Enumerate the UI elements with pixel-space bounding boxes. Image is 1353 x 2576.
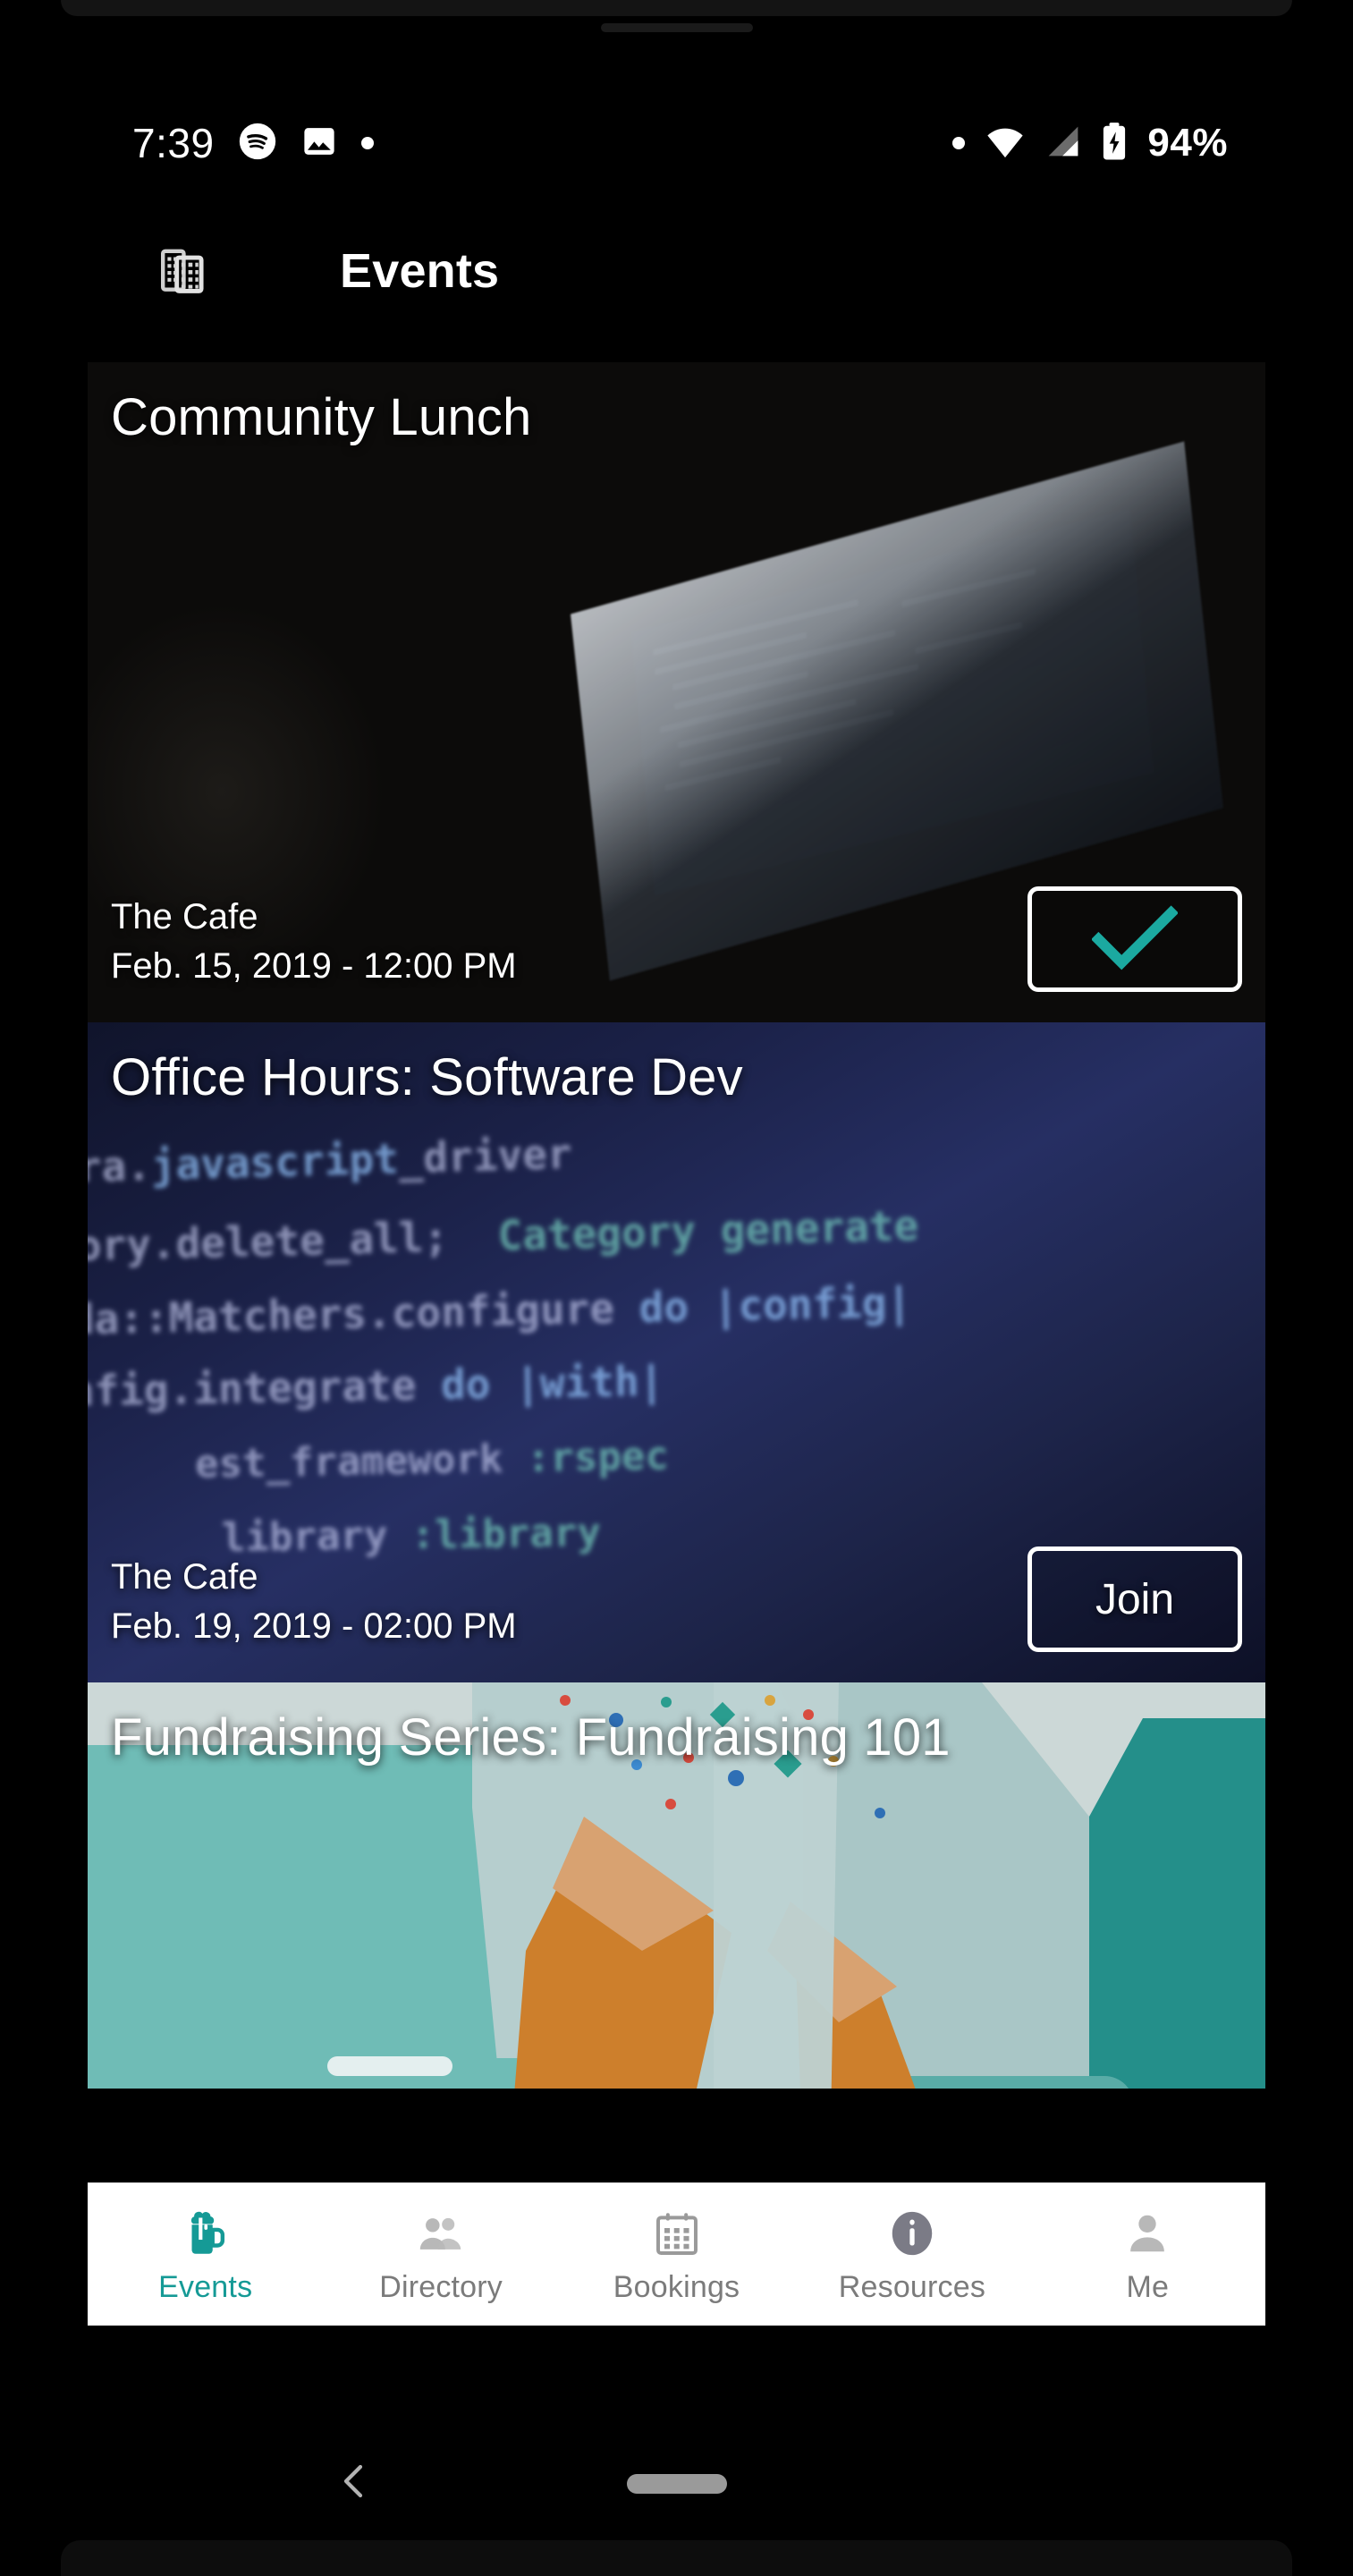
- image-icon: [300, 123, 338, 165]
- decorative-code-text: library :library: [221, 1510, 602, 1561]
- event-card[interactable]: ara.javascript_driver gory.delete_all; C…: [88, 1022, 1265, 1682]
- calendar-icon: [652, 2204, 702, 2259]
- buildings-icon[interactable]: [157, 243, 213, 299]
- nav-tab-events[interactable]: Events: [88, 2204, 323, 2305]
- nav-tab-label: Directory: [379, 2270, 503, 2304]
- phone-bezel-top: [61, 0, 1292, 16]
- bottom-navigation[interactable]: Events Directory Bookings Resources Me: [88, 2182, 1265, 2326]
- nav-tab-resources[interactable]: Resources: [794, 2204, 1029, 2305]
- decorative-code-text: gory.delete_all; Category generate: [88, 1201, 919, 1271]
- nav-tab-label: Bookings: [613, 2270, 740, 2304]
- check-icon: [1091, 903, 1179, 976]
- page-title: Events: [340, 243, 500, 298]
- decorative-laptop-screen: [630, 509, 1154, 895]
- decorative-code-text: lda::Matchers.configure do |config|: [88, 1277, 912, 1345]
- events-list[interactable]: Community Lunch The Cafe Feb. 15, 2019 -…: [88, 362, 1265, 2089]
- event-join-button[interactable]: Join: [1027, 1546, 1242, 1652]
- event-venue: The Cafe: [111, 897, 258, 936]
- event-title: Community Lunch: [111, 388, 532, 446]
- event-card[interactable]: Fundraising Series: Fundraising 101: [88, 1682, 1265, 2089]
- status-bar-left: 7:39: [132, 119, 374, 167]
- confetti-dot: [560, 1695, 571, 1706]
- status-bar: 7:39 94%: [0, 107, 1353, 179]
- event-date: Feb. 19, 2019 - 02:00 PM: [111, 1606, 517, 1646]
- dot-icon: [360, 137, 374, 149]
- nav-tab-me[interactable]: Me: [1030, 2204, 1265, 2305]
- event-joined-button[interactable]: [1027, 886, 1242, 992]
- app-bar: Events: [88, 179, 1265, 362]
- battery-percent: 94%: [1147, 121, 1228, 165]
- status-bar-right: 94%: [952, 121, 1228, 165]
- person-icon: [1121, 2204, 1173, 2259]
- phone-speaker: [600, 23, 753, 32]
- wifi-icon: [985, 123, 1026, 164]
- event-date: Feb. 15, 2019 - 12:00 PM: [111, 946, 517, 986]
- nav-tab-label: Events: [158, 2270, 253, 2304]
- beer-mug-icon: [178, 2204, 233, 2259]
- confetti-dot: [661, 1697, 672, 1707]
- event-meta: The Cafe Feb. 15, 2019 - 12:00 PM: [111, 895, 517, 988]
- decorative-code-text: ara.javascript_driver: [88, 1129, 573, 1193]
- chevron-left-icon[interactable]: [333, 2460, 376, 2507]
- phone-device: 7:39 94% Events Community Lunch The Cafe…: [0, 0, 1353, 2576]
- confetti-dot: [665, 1799, 676, 1809]
- nav-tab-label: Me: [1126, 2270, 1170, 2304]
- system-navigation-bar: [0, 2431, 1353, 2529]
- decorative-code-text: onfig.integrate do |with|: [88, 1356, 664, 1417]
- home-pill-handle[interactable]: [626, 2474, 727, 2494]
- confetti-dot: [728, 1770, 744, 1786]
- phone-bezel-bottom: [61, 2540, 1292, 2576]
- confetti-dot: [765, 1695, 775, 1706]
- cellular-signal-icon: [1045, 123, 1081, 164]
- event-meta: The Cafe Feb. 19, 2019 - 02:00 PM: [111, 1555, 517, 1648]
- status-time: 7:39: [132, 120, 215, 166]
- event-title: Fundraising Series: Fundraising 101: [111, 1708, 951, 1767]
- dot-icon: [952, 137, 966, 149]
- people-icon: [415, 2204, 467, 2259]
- nav-tab-bookings[interactable]: Bookings: [559, 2204, 794, 2305]
- event-card[interactable]: Community Lunch The Cafe Feb. 15, 2019 -…: [88, 362, 1265, 1022]
- battery-charging-icon: [1101, 122, 1128, 165]
- nav-tab-directory[interactable]: Directory: [323, 2204, 558, 2305]
- event-venue: The Cafe: [111, 1557, 258, 1597]
- confetti-dot: [875, 1808, 885, 1818]
- app-window: Events Community Lunch The Cafe Feb. 15,…: [88, 179, 1265, 2326]
- nav-tab-label: Resources: [838, 2270, 986, 2304]
- spotify-icon: [238, 122, 277, 165]
- event-title: Office Hours: Software Dev: [111, 1048, 743, 1106]
- info-circle-icon: [886, 2204, 938, 2259]
- decorative-code-text: est_framework :rspec: [194, 1433, 670, 1487]
- event-join-label: Join: [1095, 1575, 1175, 1623]
